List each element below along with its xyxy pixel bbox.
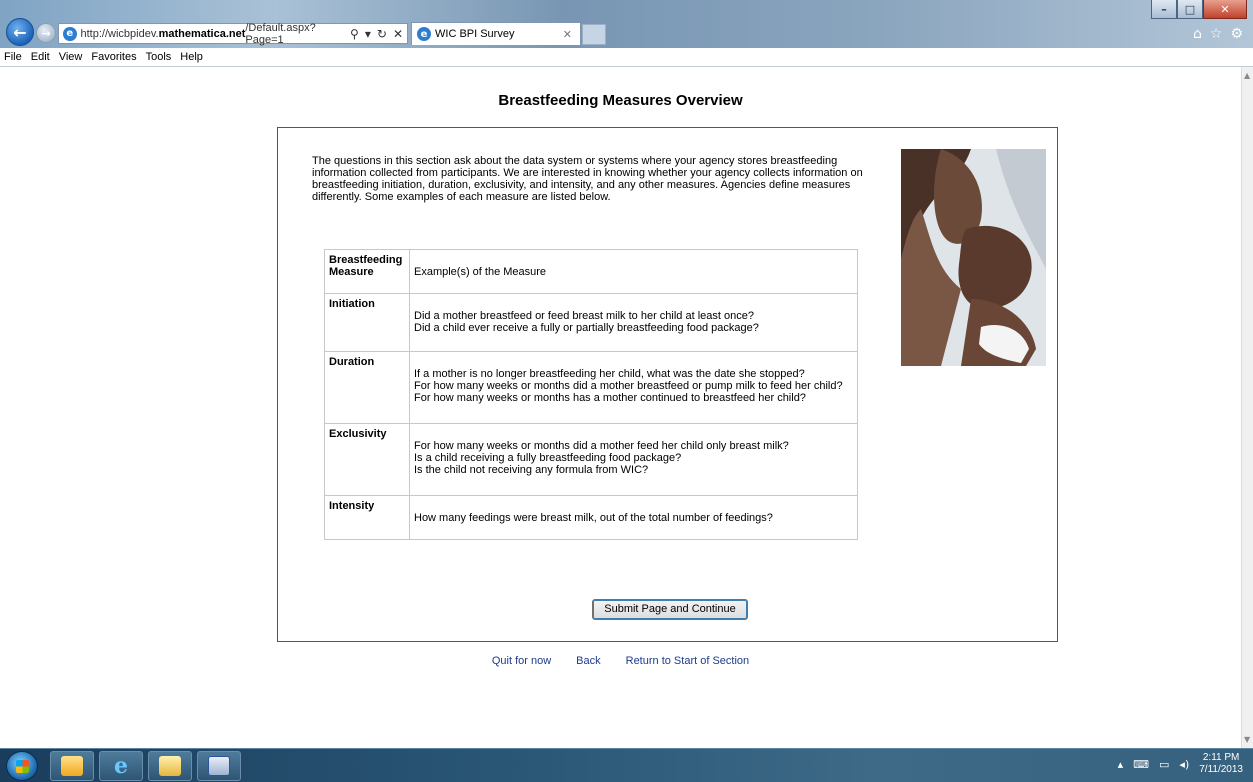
- menu-edit[interactable]: Edit: [31, 51, 50, 63]
- ie-tab-icon: e: [417, 27, 431, 41]
- table-row: Initiation Did a mother breastfeed or fe…: [324, 293, 858, 352]
- example-text: For how many weeks or months did a mothe…: [414, 440, 789, 452]
- example-text: Did a child ever receive a fully or part…: [414, 322, 759, 334]
- url-prefix: http://wicbpidev.: [80, 27, 159, 40]
- menu-bar: File Edit View Favorites Tools Help: [0, 48, 1253, 67]
- header-examples: Example(s) of the Measure: [409, 249, 858, 294]
- outlook-icon: [61, 756, 83, 776]
- browser-toolbar-icons: ⌂ ☆ ⚙: [1193, 26, 1243, 42]
- clock[interactable]: 2:11 PM 7/11/2013: [1199, 752, 1243, 776]
- taskbar-word[interactable]: [197, 751, 241, 781]
- windows-logo-icon: [16, 760, 29, 773]
- table-row: Intensity How many feedings were breast …: [324, 495, 858, 540]
- example-text: For how many weeks or months did a mothe…: [414, 380, 843, 392]
- address-bar[interactable]: e http://wicbpidev. mathematica.net/Defau…: [58, 21, 408, 46]
- taskbar-internet-explorer[interactable]: e: [99, 751, 143, 781]
- menu-tools[interactable]: Tools: [146, 51, 172, 63]
- example-text: For how many weeks or months has a mothe…: [414, 392, 806, 404]
- taskbar-file-explorer[interactable]: [148, 751, 192, 781]
- content-panel: The questions in this section ask about …: [277, 127, 1058, 642]
- vertical-scrollbar[interactable]: ▲ ▼: [1241, 67, 1253, 748]
- measure-examples: How many feedings were breast milk, out …: [409, 495, 858, 540]
- url-suffix: /Default.aspx?Page=1: [245, 21, 316, 46]
- stop-icon[interactable]: ✕: [393, 27, 403, 41]
- measure-name: Exclusivity: [324, 423, 410, 496]
- browser-tab[interactable]: e WIC BPI Survey ✕: [411, 22, 581, 45]
- close-tab-icon[interactable]: ✕: [563, 28, 572, 41]
- table-row: Duration If a mother is no longer breast…: [324, 351, 858, 424]
- measure-name: Initiation: [324, 293, 410, 352]
- table-row: Exclusivity For how many weeks or months…: [324, 423, 858, 496]
- internet-explorer-icon: e: [114, 753, 128, 779]
- folder-icon: [159, 756, 181, 776]
- return-to-start-link[interactable]: Return to Start of Section: [626, 655, 750, 667]
- table-header-row: Breastfeeding Measure Example(s) of the …: [324, 249, 858, 294]
- clock-date: 7/11/2013: [1199, 764, 1243, 775]
- network-icon[interactable]: ▭: [1159, 758, 1169, 771]
- measure-name: Intensity: [324, 495, 410, 540]
- ie-page-icon: e: [63, 26, 77, 41]
- measure-examples: For how many weeks or months did a mothe…: [409, 423, 858, 496]
- url-domain: mathematica.net: [158, 27, 246, 40]
- page-title: Breastfeeding Measures Overview: [498, 92, 743, 109]
- measure-examples: If a mother is no longer breastfeeding h…: [409, 351, 858, 424]
- start-button[interactable]: [6, 751, 38, 781]
- scroll-up-icon[interactable]: ▲: [1244, 71, 1250, 80]
- home-icon[interactable]: ⌂: [1193, 26, 1202, 42]
- example-text: If a mother is no longer breastfeeding h…: [414, 368, 805, 380]
- example-text: Is a child receiving a fully breastfeedi…: [414, 452, 682, 464]
- back-arrow-icon[interactable]: ←: [6, 18, 34, 46]
- page-viewport: Breastfeeding Measures Overview The ques…: [0, 67, 1241, 748]
- forward-arrow-icon[interactable]: →: [36, 23, 56, 43]
- favorites-star-icon[interactable]: ☆: [1210, 26, 1223, 42]
- refresh-icon[interactable]: ↻: [377, 27, 387, 41]
- example-text: Did a mother breastfeed or feed breast m…: [414, 310, 754, 322]
- tab-title: WIC BPI Survey: [435, 28, 515, 40]
- quit-link[interactable]: Quit for now: [492, 655, 551, 667]
- word-icon: [208, 756, 230, 776]
- show-hidden-icons-icon[interactable]: ▴: [1118, 758, 1124, 771]
- submit-continue-button[interactable]: Submit Page and Continue: [592, 599, 748, 620]
- measure-name: Duration: [324, 351, 410, 424]
- example-text: How many feedings were breast milk, out …: [414, 512, 773, 524]
- back-link[interactable]: Back: [576, 655, 600, 667]
- example-text: Is the child not receiving any formula f…: [414, 464, 649, 476]
- address-bar-tools: ⚲ ▾ ↻ ✕: [350, 27, 407, 41]
- scroll-down-icon[interactable]: ▼: [1244, 735, 1250, 744]
- footer-links: Quit for now Back Return to Start of Sec…: [0, 655, 1241, 667]
- windows-taskbar: e ▴ ⌨ ▭ ◂) 2:11 PM 7/11/2013: [0, 748, 1253, 782]
- search-icon[interactable]: ⚲: [350, 27, 359, 41]
- menu-help[interactable]: Help: [180, 51, 203, 63]
- volume-icon[interactable]: ◂): [1179, 758, 1189, 771]
- taskbar-outlook[interactable]: [50, 751, 94, 781]
- header-measure: Breastfeeding Measure: [324, 249, 410, 294]
- measures-table: Breastfeeding Measure Example(s) of the …: [324, 249, 858, 540]
- measure-examples: Did a mother breastfeed or feed breast m…: [409, 293, 858, 352]
- new-tab-button[interactable]: [582, 24, 606, 45]
- navigation-bar: ← → e http://wicbpidev. mathematica.net/D…: [0, 16, 1253, 48]
- system-tray: ▴ ⌨ ▭ ◂) 2:11 PM 7/11/2013: [1118, 752, 1243, 776]
- device-icon[interactable]: ⌨: [1133, 758, 1149, 771]
- dropdown-icon[interactable]: ▾: [365, 27, 371, 41]
- intro-paragraph: The questions in this section ask about …: [312, 155, 863, 203]
- menu-file[interactable]: File: [4, 51, 22, 63]
- menu-view[interactable]: View: [59, 51, 83, 63]
- gear-icon[interactable]: ⚙: [1230, 26, 1243, 42]
- mother-baby-photo: [901, 149, 1046, 366]
- clock-time: 2:11 PM: [1202, 752, 1240, 763]
- menu-favorites[interactable]: Favorites: [91, 51, 136, 63]
